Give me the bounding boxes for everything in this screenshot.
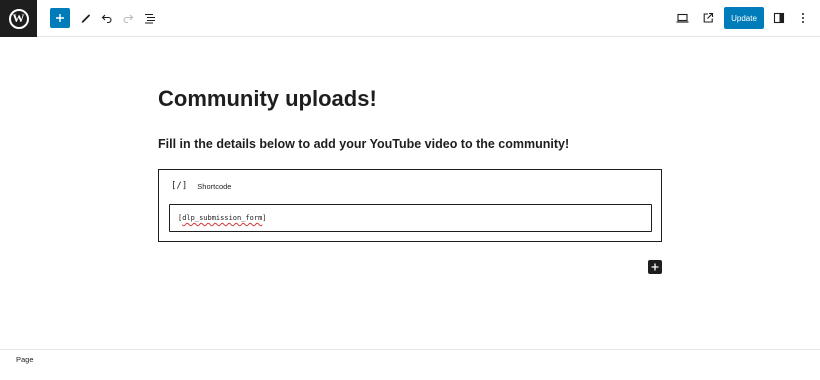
shortcode-value: dlp_submission_form <box>182 214 263 222</box>
list-view-icon <box>145 13 155 24</box>
preview-button[interactable] <box>672 8 692 28</box>
tools-button[interactable] <box>76 8 96 28</box>
wordpress-logo-button[interactable]: W <box>0 0 37 37</box>
more-vertical-icon <box>802 13 804 23</box>
desktop-icon <box>676 13 688 23</box>
update-button[interactable]: Update <box>724 7 764 29</box>
shortcode-block-label: Shortcode <box>197 181 232 191</box>
document-overview-button[interactable] <box>140 8 160 28</box>
undo-icon <box>101 14 112 24</box>
options-button[interactable] <box>793 8 813 28</box>
shortcode-suffix: ] <box>262 214 267 222</box>
editor-footer: Page <box>0 349 820 380</box>
shortcode-input[interactable]: [dlp_submission_form] <box>169 204 652 232</box>
editor-toolbar: W Update <box>0 0 820 37</box>
page-title[interactable]: Community uploads! <box>158 86 377 112</box>
shortcode-block[interactable]: [/] Shortcode [dlp_submission_form] <box>158 169 662 242</box>
wordpress-logo-icon: W <box>8 8 29 29</box>
undo-button[interactable] <box>97 8 117 28</box>
redo-icon <box>123 14 134 24</box>
plus-icon <box>56 14 64 22</box>
view-post-button[interactable] <box>698 8 718 28</box>
inline-add-block-button[interactable] <box>648 260 662 274</box>
shortcode-block-header: [/] Shortcode <box>171 181 231 191</box>
redo-button[interactable] <box>118 8 138 28</box>
editor-canvas: Community uploads! Fill in the details b… <box>0 37 820 349</box>
external-link-icon <box>703 12 714 23</box>
shortcode-icon: [/] <box>171 181 188 191</box>
sidebar-icon <box>773 12 785 24</box>
wordpress-logo-letter: W <box>12 11 25 25</box>
heading-block[interactable]: Fill in the details below to add your Yo… <box>158 137 569 151</box>
settings-sidebar-button[interactable] <box>769 8 789 28</box>
add-block-button[interactable] <box>50 8 70 28</box>
plus-icon <box>651 263 659 271</box>
pencil-icon <box>81 14 90 23</box>
breadcrumb[interactable]: Page <box>16 355 34 364</box>
